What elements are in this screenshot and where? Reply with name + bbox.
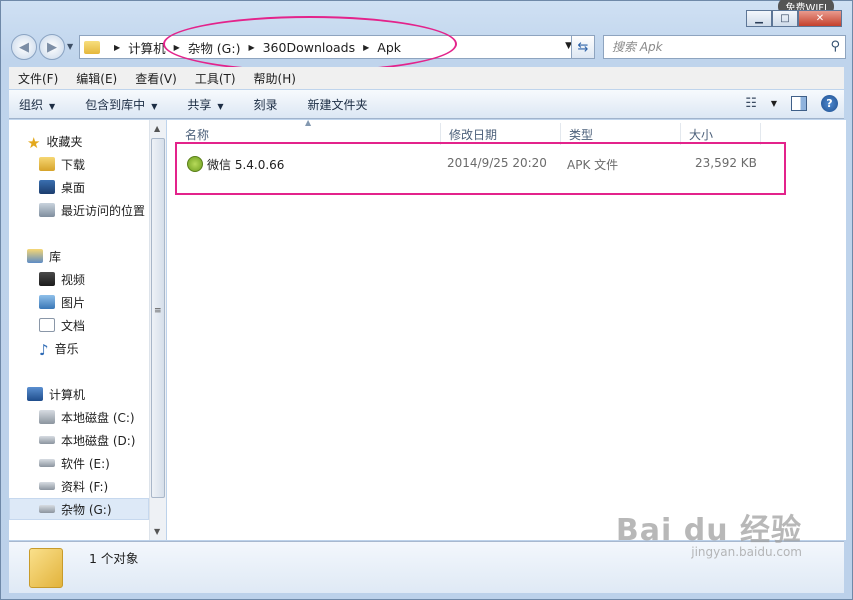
share-label: 共享 (187, 97, 212, 112)
nav-item-drive-e[interactable]: 软件 (E:) (39, 452, 149, 474)
navigation-pane: ★ 收藏夹 下载 桌面 最近访问的位置 库 视频 图片 文档 ♪ 音乐 计算机 … (9, 120, 149, 540)
nav-item-label: 本地磁盘 (C:) (61, 410, 135, 425)
highlight-ellipse (163, 16, 457, 72)
nav-favorites-label: 收藏夹 (46, 134, 83, 149)
window-controls: ▁ □ ✕ (746, 10, 842, 27)
scrollbar-thumb[interactable] (151, 138, 165, 498)
downloads-folder-icon (39, 157, 55, 171)
nav-item-label: 资料 (F:) (61, 479, 109, 494)
nav-item-label: 软件 (E:) (61, 456, 110, 471)
nav-item-recent-places[interactable]: 最近访问的位置 (39, 199, 149, 221)
nav-item-documents[interactable]: 文档 (39, 314, 149, 336)
nav-item-label: 视频 (61, 272, 86, 287)
nav-item-label: 音乐 (54, 341, 79, 356)
star-icon: ★ (27, 134, 41, 152)
caret-down-icon: ▼ (217, 101, 224, 111)
nav-item-label: 桌面 (61, 180, 86, 195)
back-arrow-icon: ◀ (19, 39, 29, 55)
desktop-icon (39, 180, 55, 194)
change-view-icon[interactable]: ☷ (745, 96, 757, 111)
folder-icon (84, 40, 100, 54)
new-folder-button[interactable]: 新建文件夹 (298, 96, 378, 113)
close-icon[interactable]: ✕ (798, 10, 842, 27)
nav-item-drive-d[interactable]: 本地磁盘 (D:) (39, 429, 149, 451)
library-icon (27, 249, 43, 263)
share-button[interactable]: 共享 ▼ (177, 96, 233, 113)
music-note-icon: ♪ (39, 341, 49, 359)
menu-help[interactable]: 帮助(H) (245, 70, 305, 87)
document-icon (39, 318, 55, 332)
menu-view[interactable]: 查看(V) (126, 70, 186, 87)
minimize-icon[interactable]: ▁ (746, 10, 772, 27)
caret-down-icon: ▼ (49, 101, 56, 111)
search-icon[interactable]: ⚲ (830, 39, 840, 54)
nav-item-music[interactable]: ♪ 音乐 (39, 337, 149, 359)
view-dropdown-icon[interactable]: ▼ (771, 99, 777, 108)
breadcrumb-computer[interactable]: 计算机 (128, 38, 166, 57)
include-in-library-button[interactable]: 包含到库中 ▼ (75, 96, 167, 113)
include-in-library-label: 包含到库中 (85, 97, 146, 112)
baidu-watermark: Bai du 经验 jingyan.baidu.com (616, 505, 802, 559)
nav-favorites[interactable]: ★ 收藏夹 (27, 130, 149, 152)
nav-computer[interactable]: 计算机 (27, 383, 149, 405)
help-icon[interactable]: ? (821, 95, 838, 112)
menu-tools[interactable]: 工具(T) (186, 70, 245, 87)
drive-icon (39, 482, 55, 490)
search-input[interactable] (612, 40, 812, 54)
explorer-window: 免费WIFI ▁ □ ✕ ◀ ▶ ▼ ▶ 计算机 ▶ 杂物 (G:) ▶ 360… (0, 0, 853, 600)
search-box[interactable]: ⚲ (603, 35, 846, 59)
caret-down-icon: ▼ (151, 101, 158, 111)
picture-icon (39, 295, 55, 309)
recent-places-icon (39, 203, 55, 217)
forward-arrow-icon: ▶ (47, 39, 57, 55)
preview-pane-icon[interactable] (791, 96, 807, 111)
nav-item-label: 文档 (61, 318, 86, 333)
toolbar-right: ☷ ▼ ? (745, 95, 838, 112)
nav-item-drive-f[interactable]: 资料 (F:) (39, 475, 149, 497)
scroll-down-icon[interactable]: ▼ (154, 527, 160, 536)
menu-bar: 文件(F) 编辑(E) 查看(V) 工具(T) 帮助(H) (9, 67, 844, 89)
burn-button[interactable]: 刻录 (244, 96, 288, 113)
nav-item-label: 本地磁盘 (D:) (61, 433, 136, 448)
nav-libraries-label: 库 (49, 249, 62, 264)
highlight-rectangle (175, 142, 786, 195)
forward-button[interactable]: ▶ (39, 34, 65, 60)
maximize-icon[interactable]: □ (772, 10, 798, 27)
nav-item-label: 图片 (61, 295, 86, 310)
drive-icon (39, 505, 55, 513)
system-drive-icon (39, 410, 55, 424)
nav-item-downloads[interactable]: 下载 (39, 153, 149, 175)
organize-button[interactable]: 组织 ▼ (9, 96, 65, 113)
video-icon (39, 272, 55, 286)
item-count: 1 个对象 (89, 551, 139, 566)
grip-icon: ≡ (154, 306, 162, 316)
drive-icon (39, 459, 55, 467)
menu-file[interactable]: 文件(F) (9, 70, 67, 87)
nav-item-videos[interactable]: 视频 (39, 268, 149, 290)
watermark-logo: Bai du 经验 (615, 513, 802, 548)
back-button[interactable]: ◀ (11, 34, 37, 60)
nav-item-desktop[interactable]: 桌面 (39, 176, 149, 198)
breadcrumb-separator-icon[interactable]: ▶ (114, 43, 120, 52)
nav-item-label: 杂物 (G:) (61, 502, 112, 517)
command-toolbar: 组织 ▼ 包含到库中 ▼ 共享 ▼ 刻录 新建文件夹 ☷ ▼ ? (9, 90, 844, 119)
nav-item-drive-c[interactable]: 本地磁盘 (C:) (39, 406, 149, 428)
computer-icon (27, 387, 43, 401)
nav-item-pictures[interactable]: 图片 (39, 291, 149, 313)
refresh-icon: ⇆ (577, 39, 589, 55)
menu-edit[interactable]: 编辑(E) (67, 70, 126, 87)
drive-icon (39, 436, 55, 444)
refresh-button[interactable]: ⇆ (571, 35, 595, 59)
folder-icon (29, 548, 63, 588)
nav-item-drive-g[interactable]: 杂物 (G:) (9, 498, 149, 520)
nav-item-label: 最近访问的位置 (61, 203, 146, 218)
recent-pages-dropdown[interactable]: ▼ (67, 42, 73, 51)
nav-item-label: 下载 (61, 157, 86, 172)
navigation-scrollbar[interactable]: ▲ ≡ ▼ (149, 120, 166, 540)
organize-label: 组织 (19, 97, 44, 112)
nav-libraries[interactable]: 库 (27, 245, 149, 267)
nav-computer-label: 计算机 (49, 387, 86, 402)
scroll-up-icon[interactable]: ▲ (154, 124, 160, 133)
